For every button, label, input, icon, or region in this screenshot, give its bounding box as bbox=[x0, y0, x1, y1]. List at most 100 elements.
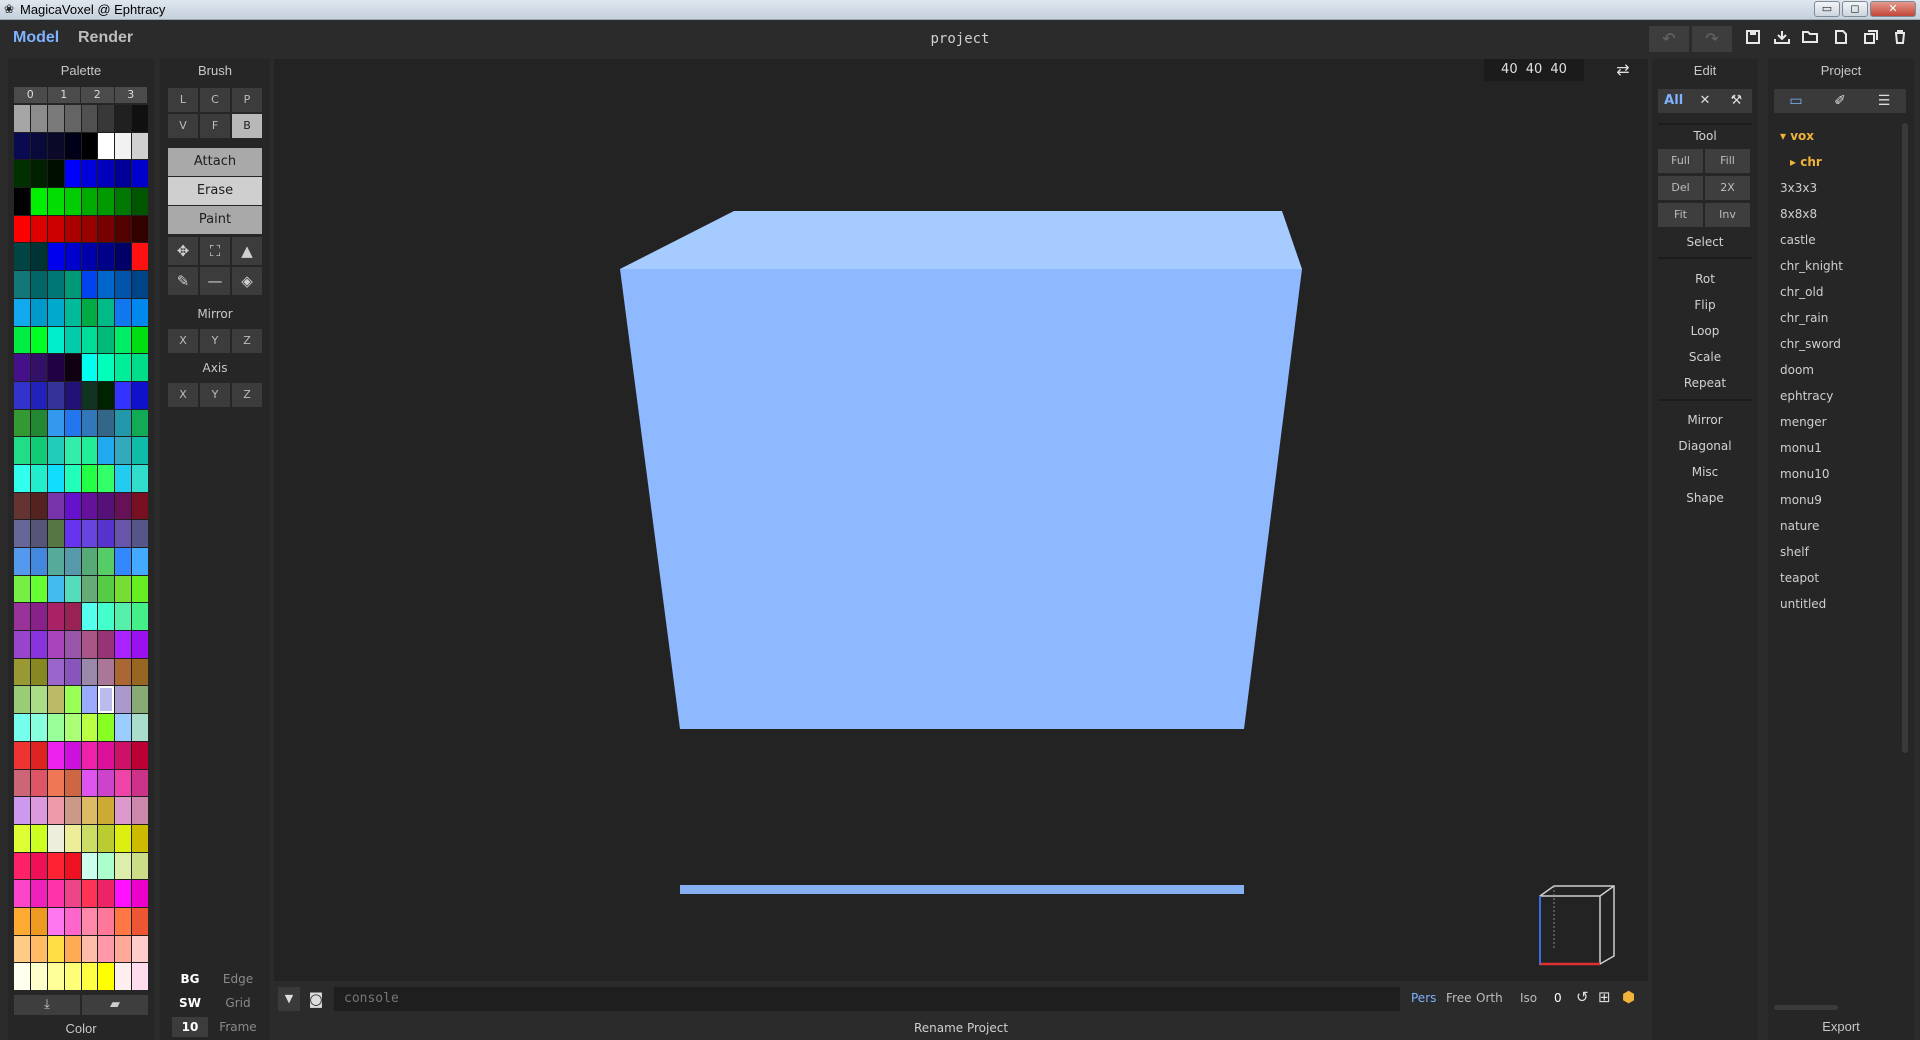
palette-swatch[interactable] bbox=[30, 963, 47, 990]
palette-swatch[interactable] bbox=[132, 326, 148, 354]
brush-type-v[interactable]: V bbox=[168, 114, 198, 138]
axis-z-button[interactable]: Z bbox=[232, 383, 262, 407]
frame-toggle[interactable]: Frame bbox=[216, 1017, 260, 1037]
palette-swatch[interactable] bbox=[98, 686, 115, 714]
palette-swatch[interactable] bbox=[64, 520, 81, 547]
export-button[interactable]: Export bbox=[1768, 1019, 1914, 1034]
palette-swatch[interactable] bbox=[98, 824, 115, 852]
erase-button[interactable]: Erase bbox=[168, 177, 262, 205]
palette-swatch[interactable] bbox=[14, 243, 30, 271]
palette-swatch[interactable] bbox=[47, 326, 64, 354]
palette-swatch[interactable] bbox=[132, 188, 148, 215]
palette-swatch[interactable] bbox=[81, 575, 98, 603]
palette-swatch[interactable] bbox=[98, 575, 115, 603]
palette-swatch[interactable] bbox=[30, 741, 47, 769]
palette-swatch[interactable] bbox=[14, 437, 30, 464]
axis-y-button[interactable]: Y bbox=[200, 383, 230, 407]
palette-swatch[interactable] bbox=[47, 907, 64, 935]
palette-swatch[interactable] bbox=[47, 188, 64, 215]
project-file-item[interactable]: shelf bbox=[1774, 539, 1900, 565]
palette-swatch[interactable] bbox=[14, 409, 30, 437]
delete-icon[interactable] bbox=[1889, 28, 1911, 50]
palette-swatch[interactable] bbox=[81, 852, 98, 880]
palette-swatch[interactable] bbox=[47, 354, 64, 381]
palette-swatch[interactable] bbox=[30, 714, 47, 741]
project-file-item[interactable]: untitled bbox=[1774, 591, 1900, 617]
project-horizontal-scrollbar[interactable] bbox=[1774, 1005, 1838, 1010]
palette-swatch[interactable] bbox=[64, 575, 81, 603]
palette-swatch[interactable] bbox=[14, 907, 30, 935]
bg-toggle[interactable]: BG bbox=[168, 969, 212, 989]
palette-swatch[interactable] bbox=[115, 852, 132, 880]
palette-swatch[interactable] bbox=[14, 797, 30, 824]
edge-toggle[interactable]: Edge bbox=[216, 969, 260, 989]
palette-swatch[interactable] bbox=[30, 271, 47, 298]
palette-swatch[interactable] bbox=[14, 631, 30, 658]
palette-swatch[interactable] bbox=[98, 354, 115, 381]
palette-swatch[interactable] bbox=[64, 381, 81, 409]
scale-button[interactable]: Scale bbox=[1652, 350, 1758, 364]
palette-swatch[interactable] bbox=[47, 271, 64, 298]
palette-swatch[interactable] bbox=[115, 520, 132, 547]
palette-swatch[interactable] bbox=[14, 381, 30, 409]
axis-x-button[interactable]: X bbox=[168, 383, 198, 407]
palette-swatch[interactable] bbox=[81, 188, 98, 215]
palette-swatch[interactable] bbox=[132, 437, 148, 464]
palette-swatch[interactable] bbox=[132, 686, 148, 714]
palette-swatch[interactable] bbox=[30, 326, 47, 354]
palette-swatch[interactable] bbox=[14, 935, 30, 963]
palette-swatch[interactable] bbox=[98, 631, 115, 658]
palette-swatch[interactable] bbox=[64, 714, 81, 741]
expand-icon[interactable]: ✕ bbox=[1689, 89, 1720, 113]
cube-front-face[interactable] bbox=[620, 269, 1302, 729]
palette-swatch[interactable] bbox=[81, 271, 98, 298]
palette-tab-1[interactable]: 1 bbox=[47, 87, 81, 103]
palette-swatch[interactable] bbox=[81, 215, 98, 243]
sw-toggle[interactable]: SW bbox=[168, 993, 212, 1013]
palette-swatch[interactable] bbox=[98, 160, 115, 188]
palette-swatch[interactable] bbox=[47, 492, 64, 520]
palette-swatch[interactable] bbox=[132, 548, 148, 575]
palette-swatch[interactable] bbox=[14, 520, 30, 547]
palette-swatch[interactable] bbox=[14, 769, 30, 797]
select-label[interactable]: Select bbox=[1652, 235, 1758, 249]
brush-type-b[interactable]: B bbox=[232, 114, 262, 138]
palette-swatch[interactable] bbox=[98, 381, 115, 409]
palette-swatch[interactable] bbox=[64, 437, 81, 464]
palette-swatch[interactable] bbox=[81, 381, 98, 409]
palette-swatch[interactable] bbox=[47, 243, 64, 271]
palette-swatch[interactable] bbox=[115, 797, 132, 824]
palette-swatch[interactable] bbox=[98, 520, 115, 547]
palette-swatch[interactable] bbox=[98, 714, 115, 741]
palette-swatch[interactable] bbox=[98, 797, 115, 824]
move-icon[interactable]: ✥ bbox=[168, 237, 198, 265]
palette-swatch[interactable] bbox=[98, 852, 115, 880]
palette-swatch[interactable] bbox=[30, 575, 47, 603]
palette-swatch[interactable] bbox=[47, 603, 64, 631]
palette-swatch[interactable] bbox=[64, 548, 81, 575]
palette-swatch[interactable] bbox=[30, 464, 47, 492]
palette-swatch[interactable] bbox=[14, 464, 30, 492]
palette-swatch[interactable] bbox=[64, 160, 81, 188]
folder-chr[interactable]: ▸ chr bbox=[1774, 149, 1900, 175]
misc-button[interactable]: Misc bbox=[1652, 465, 1758, 479]
palette-swatch[interactable] bbox=[81, 907, 98, 935]
palette-swatch[interactable] bbox=[47, 797, 64, 824]
select-box-icon[interactable]: ⛶ bbox=[200, 237, 230, 265]
palette-swatch[interactable] bbox=[47, 880, 64, 907]
palette-swatch[interactable] bbox=[132, 492, 148, 520]
palette-swatch[interactable] bbox=[115, 105, 132, 132]
palette-swatch[interactable] bbox=[98, 464, 115, 492]
palette-swatch[interactable] bbox=[81, 437, 98, 464]
view-cube-icon[interactable] bbox=[1539, 885, 1615, 966]
palette-swatch[interactable] bbox=[81, 714, 98, 741]
palette-swatch[interactable] bbox=[64, 658, 81, 686]
shape-button[interactable]: Shape bbox=[1652, 491, 1758, 505]
voxel-model[interactable] bbox=[274, 59, 1648, 981]
project-file-item[interactable]: 3x3x3 bbox=[1774, 175, 1900, 201]
project-file-item[interactable]: monu10 bbox=[1774, 461, 1900, 487]
palette-swatch[interactable] bbox=[81, 520, 98, 547]
palette-swatch[interactable] bbox=[81, 824, 98, 852]
duplicate-icon[interactable] bbox=[1860, 28, 1882, 50]
palette-swatch[interactable] bbox=[115, 464, 132, 492]
